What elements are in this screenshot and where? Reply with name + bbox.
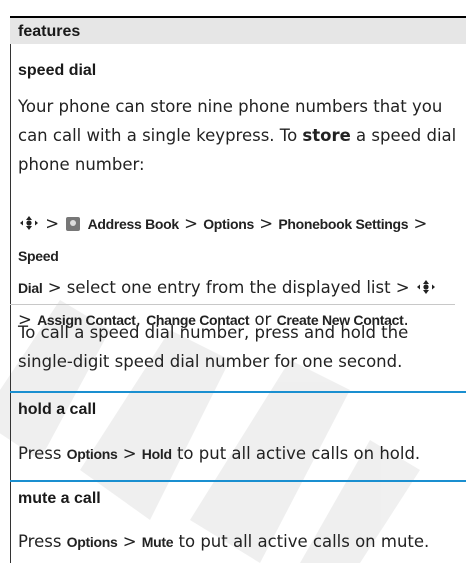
address-book-icon	[66, 217, 81, 231]
hold-call-text: Press Options > Hold to put all active c…	[18, 444, 421, 463]
divider	[10, 304, 455, 305]
speed-dial-intro: Your phone can store nine phone numbers …	[18, 97, 457, 174]
speed-dial-call-text: To call a speed dial number, press and h…	[18, 323, 409, 371]
nav-key-icon	[20, 216, 38, 230]
mute-call-title: mute a call	[18, 490, 101, 507]
section-header: features	[10, 16, 466, 44]
speed-dial-title: speed dial	[18, 62, 97, 79]
mute-call-text: Press Options > Mute to put all active c…	[18, 532, 430, 551]
nav-key-icon	[416, 280, 435, 294]
speed-dial-path: > Address Book > Options > Phonebook Set…	[18, 208, 458, 336]
hold-call-title: hold a call	[18, 401, 97, 418]
